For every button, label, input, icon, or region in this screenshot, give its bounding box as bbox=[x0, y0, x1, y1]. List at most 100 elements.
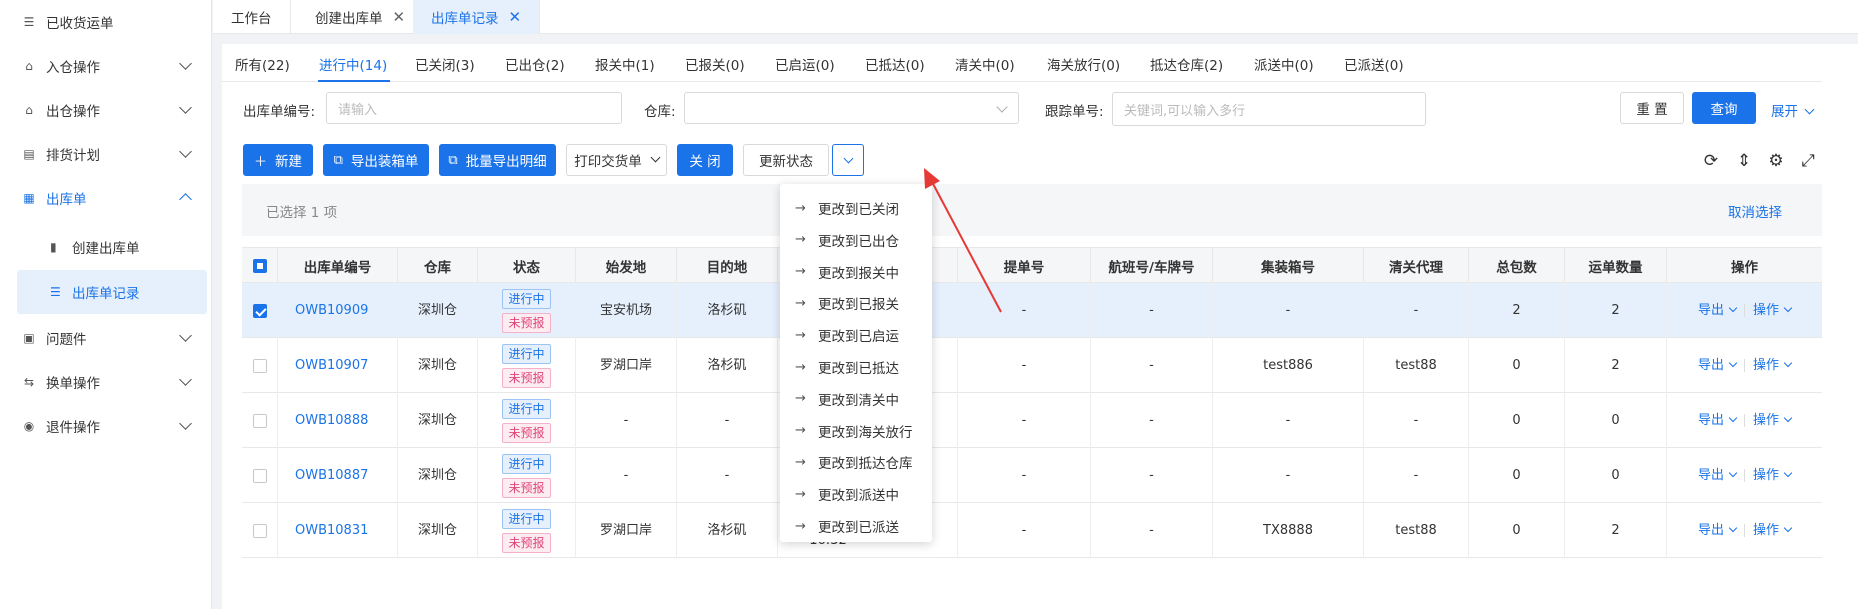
select-all-checkbox[interactable] bbox=[252, 258, 267, 273]
table-row[interactable]: OWB10887 深圳仓 进行中 未预报 - - - - - -0 0 导出 操作 bbox=[242, 448, 1822, 503]
row-export-link[interactable]: 导出 bbox=[1698, 356, 1738, 376]
cell-wh: 深圳仓 bbox=[398, 393, 478, 448]
status-tab-declared[interactable]: 已报关(0) bbox=[685, 54, 745, 74]
sidebar-item-create-order[interactable]: ▮ 创建出库单 bbox=[0, 225, 212, 269]
status-cell: 进行中 未预报 bbox=[478, 448, 576, 503]
column-height-icon[interactable]: ⇕ bbox=[1735, 151, 1753, 171]
batch-export-button[interactable]: ⧉ 批量导出明细 bbox=[439, 144, 556, 176]
update-status-button[interactable]: 更新状态 bbox=[743, 144, 829, 176]
refresh-icon[interactable]: ⟳ bbox=[1702, 151, 1720, 171]
update-status-dropdown-toggle[interactable] bbox=[832, 144, 864, 176]
cell-id[interactable]: OWB10909 bbox=[278, 283, 398, 338]
cell-id[interactable]: OWB10907 bbox=[278, 338, 398, 393]
status-tab-shipped-out[interactable]: 已出仓(2) bbox=[505, 54, 565, 74]
cell-id[interactable]: OWB10887 bbox=[278, 448, 398, 503]
clear-selection-link[interactable]: 取消选择 bbox=[1728, 201, 1782, 221]
row-export-link[interactable]: 导出 bbox=[1698, 466, 1738, 486]
sidebar-item-label: 问题件 bbox=[46, 332, 87, 348]
status-cell: 进行中 未预报 bbox=[478, 338, 576, 393]
divider bbox=[1744, 414, 1745, 427]
status-menu-item[interactable]: → 更改到派送中 bbox=[780, 478, 932, 510]
home-icon: ⌂ bbox=[25, 59, 33, 73]
row-export-label: 导出 bbox=[1697, 412, 1724, 428]
row-export-link[interactable]: 导出 bbox=[1698, 301, 1738, 321]
sidebar-item-swap[interactable]: ⇆ 换单操作 bbox=[0, 360, 212, 404]
table-row[interactable]: OWB10888 深圳仓 进行中 未预报 - - - - - -0 0 导出 操作 bbox=[242, 393, 1822, 448]
sidebar-item-problems[interactable]: ▣ 问题件 bbox=[0, 316, 212, 360]
row-action-link[interactable]: 操作 bbox=[1753, 301, 1793, 321]
status-cell: 进行中 未预报 bbox=[478, 503, 576, 558]
status-tab-arrived[interactable]: 已抵达(0) bbox=[865, 54, 925, 74]
row-export-link[interactable]: 导出 bbox=[1697, 411, 1738, 431]
cell-from: 罗湖口岸 bbox=[576, 338, 677, 393]
status-tab-all[interactable]: 所有(22) bbox=[235, 54, 290, 74]
status-tab-released[interactable]: 海关放行(0) bbox=[1047, 54, 1120, 74]
tracking-textarea[interactable]: 关键词,可以输入多行 bbox=[1112, 92, 1426, 126]
row-action-link[interactable]: 操作 bbox=[1753, 466, 1793, 486]
status-tab-at-warehouse[interactable]: 抵达仓库(2) bbox=[1150, 54, 1223, 74]
tab-create-order[interactable]: 创建出库单 ✕ bbox=[297, 0, 425, 34]
status-menu-item[interactable]: → 更改到已关闭 bbox=[780, 192, 932, 224]
status-menu-item[interactable]: → 更改到已启运 bbox=[780, 319, 932, 351]
status-menu-item[interactable]: → 更改到清关中 bbox=[780, 383, 932, 415]
status-tab-closed[interactable]: 已关闭(3) bbox=[415, 54, 475, 74]
sidebar-item-order-records[interactable]: ☰ 出库单记录 bbox=[17, 270, 207, 314]
print-delivery-button[interactable]: 打印交货单 bbox=[566, 144, 667, 176]
status-menu-item[interactable]: → 更改到已派送 bbox=[780, 510, 932, 542]
status-cell: 进行中 未预报 bbox=[478, 393, 576, 448]
status-menu-item[interactable]: → 更改到报关中 bbox=[780, 256, 932, 288]
status-menu-item[interactable]: → 更改到已报关 bbox=[780, 287, 932, 319]
expand-filters-button[interactable]: 展开 bbox=[1771, 100, 1815, 120]
status-menu-item[interactable]: → 更改到已出仓 bbox=[780, 224, 932, 256]
status-tab-departed[interactable]: 已启运(0) bbox=[775, 54, 835, 74]
row-checkbox[interactable] bbox=[252, 303, 267, 318]
row-action-link[interactable]: 操作 bbox=[1753, 521, 1793, 541]
table-row[interactable]: OWB10907 深圳仓 进行中 未预报 罗湖口岸 洛杉矶 - - test886 test88 0… bbox=[242, 338, 1822, 393]
main-content: 所有(22) 进行中(14) 已关闭(3) 已出仓(2) 报关中(1) 已报关(… bbox=[222, 44, 1858, 609]
row-checkbox[interactable] bbox=[252, 413, 267, 428]
update-status-menu: → 更改到已关闭 → 更改到已出仓 → 更改到报关中 → 更改到已报关 → 更改到已启运 → 更改到已… bbox=[780, 184, 932, 542]
sidebar-item-received-waybills[interactable]: ☰ 已收货运单 bbox=[0, 0, 212, 44]
sidebar-item-inbound[interactable]: ⌂ 入仓操作 bbox=[0, 44, 212, 88]
orders-table: 出库单编号 仓库 状态 始发地 目的地 方式 提单号 航班号/车牌号 集装箱号 … bbox=[242, 247, 1822, 558]
forecast-badge: 未预报 bbox=[502, 477, 551, 498]
sidebar-item-returns[interactable]: ◉ 退件操作 bbox=[0, 404, 212, 448]
close-orders-button[interactable]: 关 闭 bbox=[677, 144, 733, 176]
row-checkbox[interactable] bbox=[252, 468, 267, 483]
reset-button[interactable]: 重 置 bbox=[1620, 92, 1684, 124]
order-no-input[interactable]: 请输入 bbox=[326, 92, 622, 124]
cell-id[interactable]: OWB10831 bbox=[278, 503, 398, 558]
status-tab-delivering[interactable]: 派送中(0) bbox=[1254, 54, 1314, 74]
status-menu-item[interactable]: → 更改到已抵达 bbox=[780, 351, 932, 383]
close-icon[interactable]: ✕ bbox=[509, 8, 522, 26]
cell-id[interactable]: OWB10888 bbox=[278, 393, 398, 448]
status-tab-in-progress[interactable]: 进行中(14) bbox=[319, 54, 387, 74]
arrow-right-icon: → bbox=[795, 295, 806, 311]
table-row[interactable]: OWB10831深圳仓进行中未预报罗湖口岸洛杉矶2024-08-2016:32-… bbox=[242, 503, 1822, 558]
row-action-link[interactable]: 操作 bbox=[1753, 411, 1793, 431]
row-export-link[interactable]: 导出 bbox=[1698, 521, 1738, 541]
update-status-label: 更新状态 bbox=[759, 154, 813, 170]
status-tab-clearing[interactable]: 清关中(0) bbox=[955, 54, 1015, 74]
row-checkbox[interactable] bbox=[252, 523, 267, 538]
status-menu-item[interactable]: → 更改到海关放行 bbox=[780, 415, 932, 447]
gear-icon[interactable]: ⚙ bbox=[1767, 151, 1785, 171]
fullscreen-icon[interactable]: ⤢ bbox=[1799, 151, 1817, 171]
row-action-link[interactable]: 操作 bbox=[1753, 356, 1793, 376]
sidebar-item-schedule[interactable]: ▤ 排货计划 bbox=[0, 132, 212, 176]
status-menu-item[interactable]: → 更改到抵达仓库 bbox=[780, 446, 932, 478]
table-row[interactable]: OWB10909 深圳仓 进行中 未预报 宝安机场 洛杉矶 - - - -2 2 导出 操作 bbox=[242, 283, 1822, 338]
tab-workbench[interactable]: 工作台 bbox=[213, 0, 291, 34]
warehouse-select[interactable] bbox=[684, 92, 1019, 124]
query-button[interactable]: 查询 bbox=[1692, 92, 1756, 124]
status-tab-delivered[interactable]: 已派送(0) bbox=[1344, 54, 1404, 74]
tab-order-records[interactable]: 出库单记录 ✕ bbox=[413, 0, 541, 34]
sidebar-item-outbound[interactable]: ⌂ 出仓操作 bbox=[0, 88, 212, 132]
sidebar-item-outbound-orders[interactable]: ▦ 出库单 bbox=[0, 176, 212, 220]
row-checkbox[interactable] bbox=[252, 358, 267, 373]
status-tab-declaring[interactable]: 报关中(1) bbox=[595, 54, 655, 74]
select-all-cell[interactable] bbox=[242, 248, 278, 283]
close-icon[interactable]: ✕ bbox=[393, 8, 406, 26]
new-button[interactable]: ＋ 新建 bbox=[243, 144, 313, 176]
export-packing-button[interactable]: ⧉ 导出装箱单 bbox=[323, 144, 429, 176]
